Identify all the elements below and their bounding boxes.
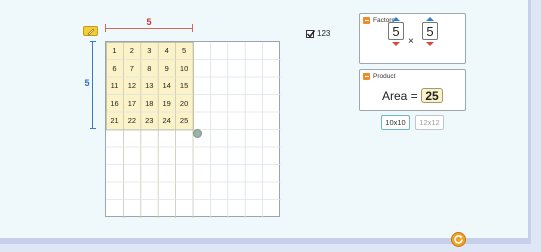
grid-cell-label: 6 — [112, 63, 117, 73]
grid-cell-label: 5 — [182, 46, 187, 55]
grid-cell-label: 7 — [129, 63, 134, 73]
factor-b-increase-icon[interactable] — [426, 17, 434, 21]
factor-a-increase-icon[interactable] — [392, 17, 400, 21]
pencil-icon[interactable] — [83, 26, 98, 36]
grid-cell-label: 25 — [179, 116, 189, 125]
grid-size-10-button[interactable]: 10x10 — [381, 115, 410, 130]
grid-size-12-button[interactable]: 12x12 — [415, 115, 444, 130]
number-labels-toggle[interactable]: 123 — [306, 29, 330, 38]
factor-b-stepper[interactable]: 5 — [422, 17, 438, 46]
labels-checkbox[interactable] — [306, 29, 316, 38]
grid-cell-label: 9 — [164, 63, 169, 73]
grid-cell-label: 17 — [127, 98, 137, 108]
area-value: 25 — [421, 88, 443, 103]
width-label: 5 — [146, 17, 152, 27]
height-label: 5 — [84, 78, 90, 88]
grid-cell-label: 13 — [145, 81, 154, 90]
grid-cell-label: 24 — [162, 116, 171, 125]
factor-a-stepper[interactable]: 5 — [388, 17, 404, 46]
factor-b-decrease-icon[interactable] — [426, 42, 434, 46]
labels-toggle-text: 123 — [317, 29, 331, 38]
factor-a-decrease-icon[interactable] — [392, 42, 400, 46]
grid-cell-label: 11 — [110, 81, 119, 90]
multiply-sign: × — [408, 36, 414, 47]
collapse-product-icon[interactable] — [363, 73, 370, 80]
grid-cell-label: 3 — [147, 46, 152, 55]
grid-cell-label: 2 — [129, 46, 134, 55]
factor-b-value: 5 — [422, 22, 438, 40]
product-title: Product — [373, 73, 396, 80]
grid-cell-label: 8 — [147, 63, 152, 73]
grid-cell-label: 23 — [145, 116, 154, 125]
grid-cell-label: 20 — [179, 98, 189, 108]
grid-cell-label: 14 — [162, 81, 171, 90]
area-label: Area = — [382, 89, 418, 103]
grid-cell-label: 1 — [112, 46, 117, 55]
grid-cell-label: 10 — [179, 63, 189, 73]
factor-a-value: 5 — [388, 22, 404, 40]
grid-cell-label: 21 — [110, 116, 119, 125]
collapse-factors-icon[interactable] — [363, 17, 370, 24]
reset-icon[interactable] — [451, 232, 466, 247]
area-grid[interactable]: 1 2 3 4 5 6 7 8 9 10 11 12 13 14 15 16 17 18 19 20 21 22 23 24 2… — [105, 41, 281, 218]
grid-cell-label: 4 — [164, 46, 169, 55]
grid-cell-label: 22 — [127, 116, 137, 125]
grid-cell-label: 18 — [145, 98, 154, 108]
grid-cell-label: 19 — [162, 98, 171, 108]
grid-cell-label: 15 — [179, 81, 189, 90]
grid-cell-label: 16 — [110, 98, 119, 108]
resize-handle-icon[interactable] — [193, 129, 202, 138]
grid-cell-label: 12 — [127, 81, 137, 90]
